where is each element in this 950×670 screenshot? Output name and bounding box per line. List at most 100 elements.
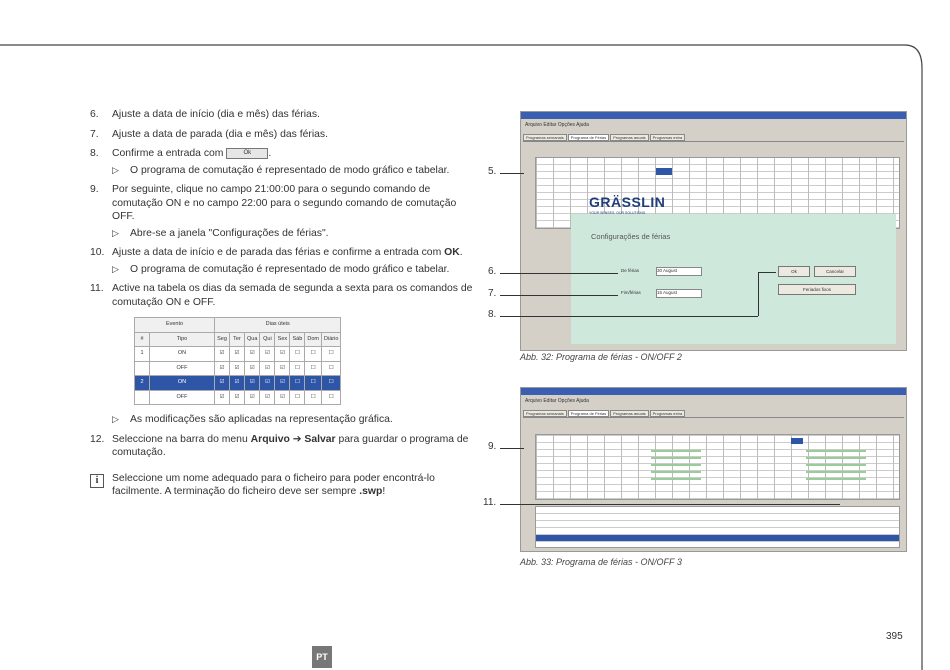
column-header: Tipo xyxy=(149,331,215,347)
table-row: OFF ☑ ☑ ☑ ☑ ☑ ☐ ☐ ☐ xyxy=(134,389,342,405)
arrow-right-icon: ➔ xyxy=(292,433,302,445)
menu-salvar-label: Salvar xyxy=(304,433,336,445)
column-header: Diário xyxy=(321,331,342,347)
callout-line xyxy=(500,295,618,296)
result-text: As modificações são aplicadas na represe… xyxy=(130,414,393,425)
table-header-row: # Tipo Seg Ter Qua Qui Sex Sáb Dom Diári… xyxy=(134,331,342,347)
step-number: 8. xyxy=(90,148,99,159)
menu-arquivo-label: Arquivo xyxy=(250,433,290,445)
ok-button-image: Ok xyxy=(226,147,269,159)
menu-bar: Arquivo Editar Opções Ajuda xyxy=(525,122,589,128)
start-date-label: De férias xyxy=(621,268,640,273)
step-6: 6. Ajuste a data de início (dia e mês) d… xyxy=(90,108,475,122)
callout-line xyxy=(500,448,524,449)
tab-weekly: Programas semanais xyxy=(523,410,567,417)
window-titlebar xyxy=(521,112,906,119)
table-cell: 1 xyxy=(134,346,150,362)
step-punct: . xyxy=(268,148,272,159)
step-result: ▷ O programa de comutação é representado … xyxy=(112,164,475,178)
tab-extra: Programas extra xyxy=(649,410,686,417)
triangle-right-icon: ▷ xyxy=(112,227,119,238)
figure-32-caption: Abb. 32: Programa de férias - ON/OFF 2 xyxy=(520,352,682,362)
step-text: Ajuste a data de início e de parada das … xyxy=(112,247,442,258)
triangle-right-icon: ▷ xyxy=(112,263,119,274)
table-row-selected: 2 ON ☑ ☑ ☑ ☑ ☑ ☐ ☐ ☐ xyxy=(134,375,342,391)
table-group-header: Dias úteis xyxy=(213,317,342,333)
step-text: Ajuste a data de parada (dia e mês) das … xyxy=(112,128,329,140)
step-number: 10. xyxy=(90,247,105,258)
step-10: 10. Ajuste a data de início e de parada … xyxy=(90,246,475,276)
column-header: Sáb xyxy=(289,331,306,347)
logo-tagline: YOUR SENSES. OUR SOLUTIONS. xyxy=(589,211,647,215)
dialog-title: Configurações de férias xyxy=(591,232,671,241)
callout-8: 8. xyxy=(488,309,497,320)
step-text: Por seguinte, clique no campo 21:00:00 p… xyxy=(112,184,457,222)
cancel-button: Cancelar xyxy=(814,266,856,277)
holiday-dialog: Configurações de férias De férias 30 Aug… xyxy=(571,214,896,344)
step-result: ▷ O programa de comutação é representado … xyxy=(112,263,475,277)
step-text: Seleccione na barra do menu xyxy=(112,433,248,445)
step-result: ▷ As modificações são aplicadas na repres… xyxy=(112,413,475,427)
step-8: 8. Confirme a entrada com Ok. ▷ O program… xyxy=(90,147,475,177)
selected-cell xyxy=(791,438,803,444)
tab-strip: Programas semanais Programa de Férias Prog… xyxy=(523,134,904,142)
callout-line xyxy=(500,504,840,505)
callout-6: 6. xyxy=(488,266,497,277)
result-text: O programa de comutação é representado d… xyxy=(130,164,450,176)
end-date-input: 15 August xyxy=(656,289,702,298)
step-number: 9. xyxy=(90,184,99,195)
schedule-grid xyxy=(535,434,900,500)
figure-33-screenshot: Arquivo Editar Opções Ajuda Programas se… xyxy=(520,387,907,552)
table-cell: ON xyxy=(149,375,215,391)
step-number: 6. xyxy=(90,109,99,120)
column-header: Qui xyxy=(259,331,276,347)
column-header: Dom xyxy=(304,331,323,347)
figure-33-caption: Abb. 33: Programa de férias - ON/OFF 3 xyxy=(520,557,682,567)
tab-holiday: Programa de Férias xyxy=(567,134,610,141)
result-text: Abre-se a janela "Configurações de féria… xyxy=(130,227,329,239)
event-table-image: Evento Dias úteis # Tipo Seg Ter Qua Qui … xyxy=(134,317,342,405)
callout-line xyxy=(500,173,524,174)
note-text: Seleccione um nome adequado para o fiche… xyxy=(112,472,435,498)
ok-button: Ok xyxy=(778,266,810,277)
step-text: Confirme a entrada com xyxy=(112,148,224,159)
callout-line xyxy=(500,316,758,317)
table-cell xyxy=(134,360,150,376)
step-number: 11. xyxy=(90,283,104,294)
on-segment xyxy=(651,450,701,480)
event-table xyxy=(535,506,900,548)
callout-5: 5. xyxy=(488,166,497,177)
column-header: # xyxy=(134,331,150,347)
language-badge: PT xyxy=(312,646,332,668)
step-12: 12. Seleccione na barra do menu Arquivo … xyxy=(90,433,475,460)
start-date-input: 30 August xyxy=(656,267,702,276)
callout-line xyxy=(500,273,618,274)
tab-strip: Programas semanais Programa de Férias Prog… xyxy=(523,410,904,418)
table-cell xyxy=(134,389,150,405)
fixed-holidays-button: Feriados fixos xyxy=(778,284,856,295)
info-note: i Seleccione um nome adequado para o fic… xyxy=(90,472,475,499)
menu-bar: Arquivo Editar Opções Ajuda xyxy=(525,398,589,404)
tab-extra: Programas extra xyxy=(649,134,686,141)
tab-holiday: Programa de Férias xyxy=(567,410,610,417)
selected-cell xyxy=(656,168,672,175)
figure-32-screenshot: Arquivo Editar Opções Ajuda Programas se… xyxy=(520,111,907,351)
column-header: Qua xyxy=(243,331,261,347)
on-segment xyxy=(806,450,866,480)
table-row: 1 ON ☑ ☑ ☑ ☑ ☑ ☐ ☐ ☐ xyxy=(134,346,342,362)
step-number: 7. xyxy=(90,128,99,140)
callout-11: 11. xyxy=(483,497,497,508)
table-group-header: Evento xyxy=(134,317,215,333)
column-header: Ter xyxy=(229,331,245,347)
column-header: Seg xyxy=(214,331,230,347)
instructions-column: 6. Ajuste a data de início (dia e mês) d… xyxy=(90,108,475,499)
step-bold: OK xyxy=(444,247,460,258)
end-date-label: Fim/férias xyxy=(621,290,641,295)
window-titlebar xyxy=(521,388,906,395)
callout-line xyxy=(758,272,759,316)
step-result: ▷ Abre-se a janela "Configurações de féri… xyxy=(112,227,475,241)
page-number: 395 xyxy=(886,631,903,642)
tab-weekly: Programas semanais xyxy=(523,134,567,141)
table-cell: OFF xyxy=(149,360,215,376)
column-header: Sex xyxy=(274,331,291,347)
